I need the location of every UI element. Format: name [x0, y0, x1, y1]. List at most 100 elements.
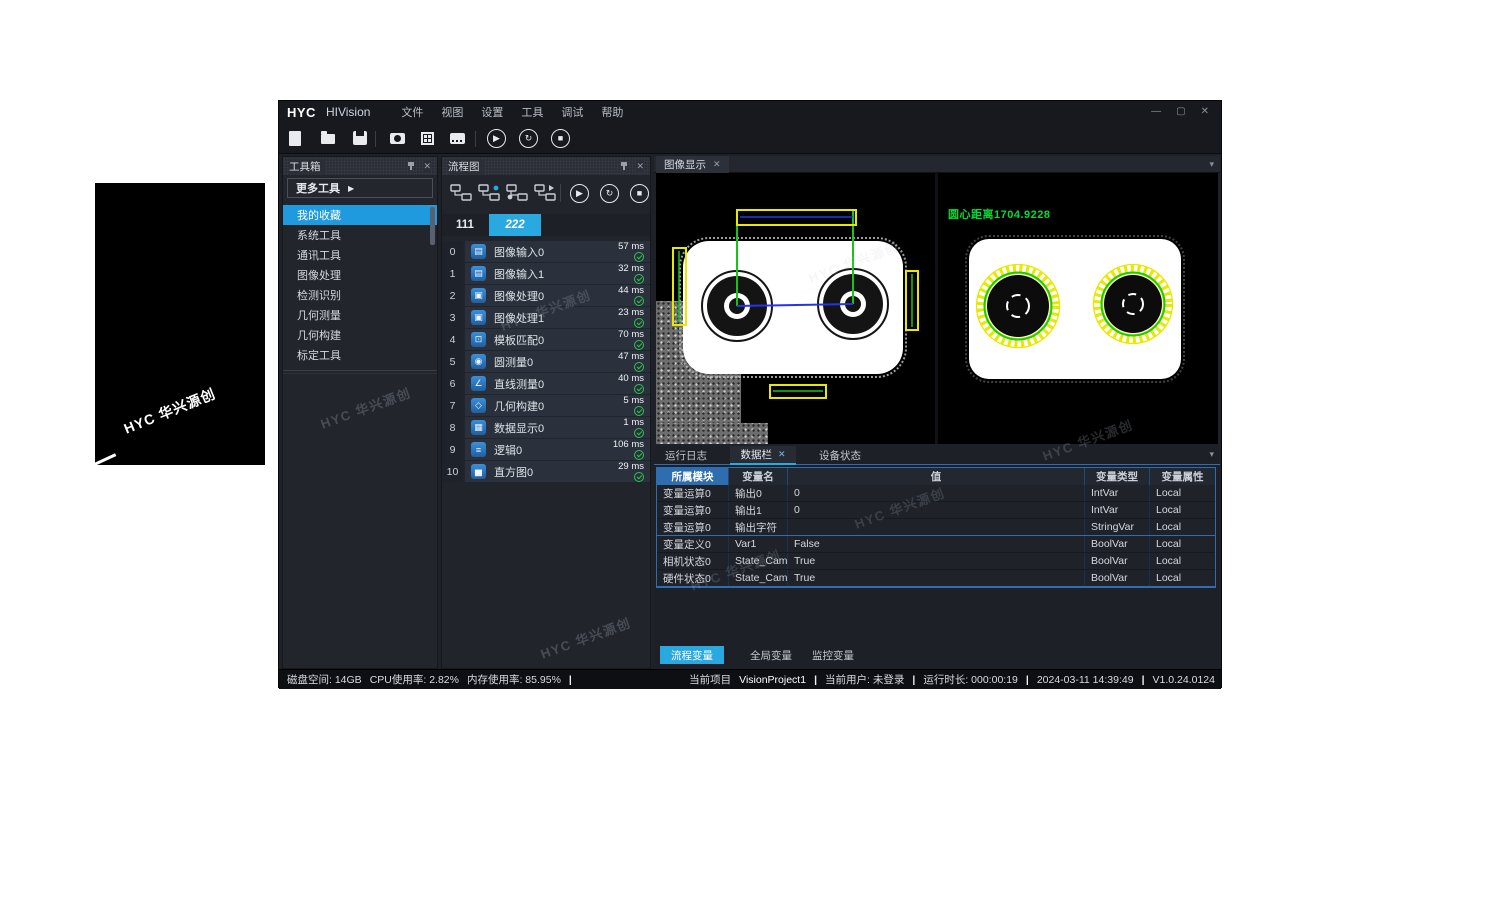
flow-step[interactable]: 9≡逻辑0106 ms — [442, 439, 650, 461]
toolbox-title: 工具箱 — [289, 159, 325, 174]
toolbox-item[interactable]: 图像处理 — [283, 265, 437, 285]
flow-step[interactable]: 8▦数据显示01 ms — [442, 417, 650, 439]
black-overlay-box: HYC 华兴源创 — [95, 183, 265, 465]
flow-stop-button[interactable]: ■ — [630, 184, 649, 203]
step-time: 23 ms — [618, 308, 644, 318]
save-icon[interactable] — [351, 130, 368, 147]
col-var-attr[interactable]: 变量属性 — [1150, 468, 1215, 485]
calibration-grid-icon[interactable] — [419, 130, 436, 147]
scrollbar-thumb[interactable] — [430, 207, 435, 245]
circle-measure-icon: ◉ — [471, 354, 486, 369]
status-ok-icon — [634, 472, 644, 482]
menu-item[interactable]: 视图 — [432, 104, 472, 120]
step-index: 0 — [442, 241, 463, 263]
table-row[interactable]: 变量运算0输出00IntVarLocal — [657, 485, 1215, 502]
flow-loop-run-button[interactable]: ↻ — [600, 184, 619, 203]
pin-icon[interactable] — [407, 161, 415, 171]
image-input-icon: ▤ — [471, 244, 486, 259]
tab-flow-variables[interactable]: 流程变量 — [660, 646, 724, 664]
flow-run-button[interactable]: ▶ — [570, 184, 589, 203]
flow-step[interactable]: 1▤图像输入132 ms — [442, 263, 650, 285]
loop-run-button[interactable]: ↻ — [519, 129, 538, 148]
tab-data[interactable]: 数据栏 ✕ — [730, 446, 796, 465]
col-var-name[interactable]: 变量名 — [729, 468, 788, 485]
step-time: 57 ms — [618, 242, 644, 252]
step-time: 29 ms — [618, 462, 644, 472]
step-index: 4 — [442, 329, 463, 351]
flow-save-icon[interactable] — [506, 184, 528, 201]
pin-icon[interactable] — [620, 161, 628, 171]
col-value[interactable]: 值 — [788, 468, 1085, 485]
flow-step[interactable]: 7◇几何构建05 ms — [442, 395, 650, 417]
minimize-button[interactable]: — — [1151, 107, 1161, 117]
flow-open-icon[interactable] — [478, 184, 500, 201]
toolbox-item[interactable]: 系统工具 — [283, 225, 437, 245]
image-view-result[interactable]: 圆心距离1704.9228 — [938, 173, 1218, 444]
flow-tab-222[interactable]: 222 — [489, 214, 541, 236]
table-row[interactable]: 变量定义0Var1FalseBoolVarLocal — [657, 536, 1215, 553]
variable-table: 所属模块 变量名 值 变量类型 变量属性 变量运算0输出00IntVarLoca… — [656, 467, 1216, 588]
close-panel-icon[interactable]: ✕ — [636, 161, 644, 172]
new-file-icon[interactable] — [286, 130, 303, 147]
step-name: 图像输入0 — [494, 244, 544, 260]
tab-close-icon[interactable]: ✕ — [713, 159, 721, 170]
menu-item[interactable]: 工具 — [512, 104, 552, 120]
camera-icon[interactable] — [389, 130, 406, 147]
more-tools-button[interactable]: 更多工具 ▶ — [287, 178, 433, 198]
image-process-icon: ▣ — [471, 288, 486, 303]
flow-step[interactable]: 2▣图像处理044 ms — [442, 285, 650, 307]
io-card-icon[interactable] — [449, 130, 466, 147]
image-view-source[interactable] — [656, 173, 935, 444]
toolbox-item[interactable]: 我的收藏 — [283, 205, 437, 225]
stop-button[interactable]: ■ — [551, 129, 570, 148]
step-time: 106 ms — [613, 440, 644, 450]
flow-tab-bar: 111 222 — [442, 214, 650, 236]
tab-device-status[interactable]: 设备状态 — [819, 446, 861, 465]
flow-step[interactable]: 6∠直线测量040 ms — [442, 373, 650, 395]
menu-item[interactable]: 帮助 — [592, 104, 632, 120]
flow-export-icon[interactable] — [534, 184, 556, 201]
status-ok-icon — [634, 406, 644, 416]
menu-item[interactable]: 调试 — [552, 104, 592, 120]
flow-new-icon[interactable] — [450, 184, 472, 201]
col-var-type[interactable]: 变量类型 — [1085, 468, 1150, 485]
table-row[interactable]: 变量运算0输出字符StringVarLocal — [657, 519, 1215, 536]
tab-close-icon[interactable]: ✕ — [778, 449, 786, 460]
close-panel-icon[interactable]: ✕ — [423, 161, 431, 172]
flow-step[interactable]: 0 ▤ 图像输入0 57 ms — [442, 241, 650, 263]
open-file-icon[interactable] — [319, 130, 336, 147]
toolbox-item[interactable]: 几何测量 — [283, 305, 437, 325]
tab-image-display[interactable]: 图像显示 ✕ — [656, 156, 729, 173]
geometry-build-icon: ◇ — [471, 398, 486, 413]
close-button[interactable]: ✕ — [1201, 107, 1209, 117]
col-module[interactable]: 所属模块 — [657, 468, 729, 485]
toolbox-item[interactable]: 标定工具 — [283, 345, 437, 365]
dropdown-icon[interactable]: ▾ — [1209, 159, 1214, 170]
flow-tab-111[interactable]: 111 — [448, 214, 482, 236]
menu-item[interactable]: 文件 — [392, 104, 432, 120]
status-ok-icon — [634, 428, 644, 438]
tab-monitor-variables[interactable]: 监控变量 — [808, 646, 858, 664]
flow-step[interactable]: 3▣图像处理123 ms — [442, 307, 650, 329]
maximize-button[interactable]: ▢ — [1176, 107, 1185, 117]
table-row[interactable]: 相机状态0State_Camer...TrueBoolVarLocal — [657, 553, 1215, 570]
toolbox-item[interactable]: 检测识别 — [283, 285, 437, 305]
toolbar-separator — [475, 131, 476, 147]
flow-step[interactable]: 5◉圆测量047 ms — [442, 351, 650, 373]
dropdown-icon[interactable]: ▾ — [1209, 449, 1214, 460]
toolbox-item[interactable]: 几何构建 — [283, 325, 437, 345]
step-name: 圆测量0 — [494, 354, 533, 370]
table-row[interactable]: 硬件状态0State_Camer...TrueBoolVarLocal — [657, 570, 1215, 587]
run-button[interactable]: ▶ — [487, 129, 506, 148]
table-row[interactable]: 变量运算0输出10IntVarLocal — [657, 502, 1215, 519]
flow-step[interactable]: 10▅直方图029 ms — [442, 461, 650, 483]
toolbox-item[interactable]: 通讯工具 — [283, 245, 437, 265]
step-index: 10 — [442, 461, 463, 483]
tab-run-log[interactable]: 运行日志 — [665, 446, 707, 465]
flow-step[interactable]: 4⊡模板匹配070 ms — [442, 329, 650, 351]
watermark: HYC 华兴源创 — [121, 383, 219, 438]
find-circle-overlay — [938, 173, 1218, 444]
tab-global-variables[interactable]: 全局变量 — [746, 646, 796, 664]
screenshot-canvas: HYC 华兴源创 HYC HIVision 文件视图设置工具调试帮助 — ▢ ✕ — [0, 0, 1500, 900]
menu-item[interactable]: 设置 — [472, 104, 512, 120]
